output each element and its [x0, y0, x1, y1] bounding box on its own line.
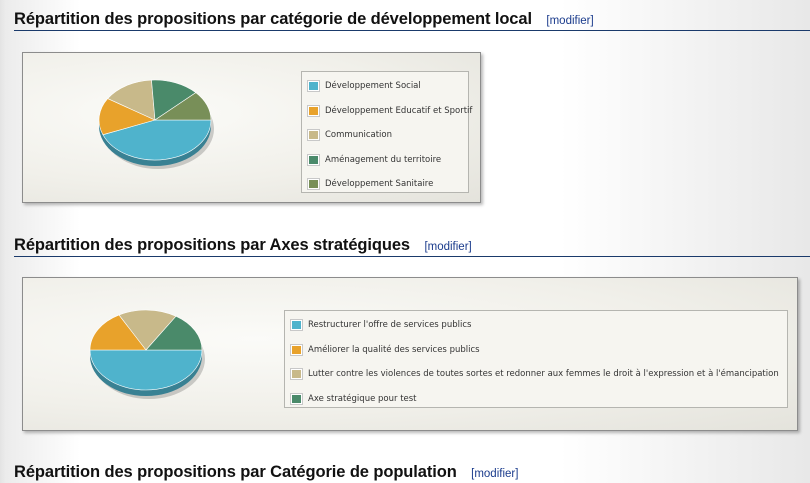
pie-chart [89, 309, 205, 399]
legend-label: Aménagement du territoire [325, 154, 442, 165]
chart-panel-strategic-axes: Restructurer l'offre de services publics… [22, 277, 798, 431]
legend-swatch [290, 368, 303, 381]
section-title: Répartition des propositions par catégor… [14, 10, 532, 28]
legend-swatch [290, 319, 303, 332]
legend-label: Développement Social [325, 81, 421, 92]
chart-legend: Restructurer l'offre de services publics… [284, 310, 788, 408]
legend-item-1: Restructurer l'offre de services publics [289, 313, 779, 338]
section-header-development-category: Répartition des propositions par catégor… [14, 10, 810, 31]
legend-swatch [290, 392, 303, 405]
legend-item-4: Aménagement du territoire [306, 148, 460, 173]
edit-link[interactable]: [modifier] [424, 241, 471, 253]
legend-item-1: Développement Social [306, 74, 460, 99]
legend-label: Améliorer la qualité des services public… [308, 344, 480, 355]
legend-label: Communication [325, 130, 392, 141]
section-header-population-category: Répartition des propositions par Catégor… [14, 463, 810, 483]
legend-label: Développement Sanitaire [325, 179, 434, 190]
legend-item-2: Développement Educatif et Sportif [306, 99, 472, 124]
edit-link[interactable]: [modifier] [546, 15, 593, 27]
legend-label: Développement Educatif et Sportif [325, 105, 473, 116]
legend-swatch [307, 153, 320, 166]
chart-panel-development-category: Développement Social Développement Educat… [22, 52, 481, 203]
legend-item-5: Développement Sanitaire [306, 172, 460, 197]
legend-item-3: Communication [306, 123, 460, 148]
legend-swatch [290, 343, 303, 356]
legend-swatch [307, 129, 320, 142]
chart-legend: Développement Social Développement Educat… [301, 71, 472, 193]
legend-label: Restructurer l'offre de services publics [308, 320, 472, 331]
legend-item-4: Axe stratégique pour test [289, 387, 779, 412]
legend-label: Lutter contre les violences de toutes so… [308, 369, 779, 380]
legend-item-2: Améliorer la qualité des services public… [289, 338, 779, 363]
pie-chart [98, 79, 214, 169]
edit-link[interactable]: [modifier] [471, 468, 518, 480]
section-title: Répartition des propositions par Catégor… [14, 463, 457, 481]
legend-swatch [307, 104, 320, 117]
legend-swatch [307, 80, 320, 93]
legend-swatch [307, 178, 320, 191]
section-title: Répartition des propositions par Axes st… [14, 236, 410, 254]
section-header-strategic-axes: Répartition des propositions par Axes st… [14, 236, 810, 257]
legend-label: Axe stratégique pour test [308, 393, 417, 404]
legend-item-3: Lutter contre les violences de toutes so… [289, 362, 779, 387]
